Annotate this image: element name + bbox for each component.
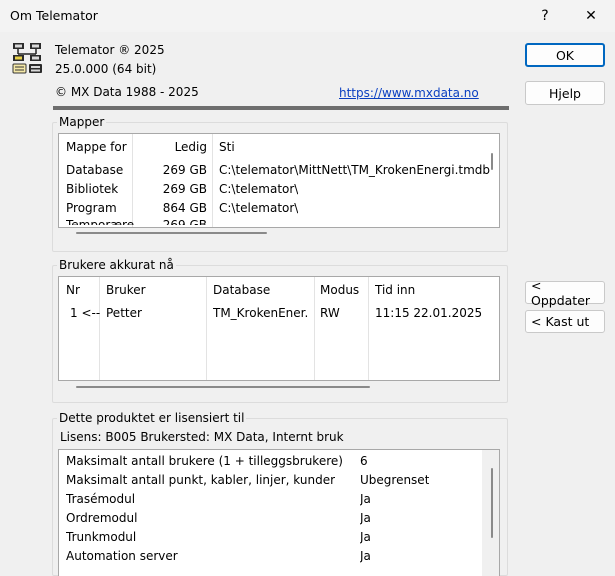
license-row-label: Automation server [66, 549, 178, 563]
folders-horizontal-scrollbar[interactable] [76, 232, 267, 234]
license-row-label: Trasémodul [66, 492, 136, 506]
user-row-name: Petter [106, 306, 142, 320]
folder-row-free: 864 GB [162, 201, 207, 215]
vertical-scrollbar[interactable] [491, 468, 493, 538]
license-row-label: Ordremodul [66, 511, 138, 525]
header-separator [53, 106, 509, 110]
folders-group-label: Mapper [57, 115, 107, 129]
license-list[interactable]: Maksimalt antall brukere (1 + tilleggsbr… [58, 449, 500, 576]
user-row-database: TM_KrokenEner... [213, 306, 309, 320]
folder-row-path: C:\telemator\MittNett\TM_KrokenEnergi.tm… [219, 163, 491, 177]
column-header-login-time[interactable]: Tid inn [375, 283, 415, 297]
license-row-label: Trunkmodul [66, 530, 137, 544]
folders-list[interactable]: Mappe for Ledig Sti Database 269 GB C:\t… [58, 133, 500, 228]
license-row-value: Ja [360, 530, 371, 544]
refresh-button[interactable]: < Oppdater [525, 278, 605, 308]
user-row-mode: RW [320, 306, 340, 320]
column-divider [206, 277, 207, 380]
folder-row-free: 269 GB [162, 163, 207, 177]
ok-button[interactable]: OK [525, 43, 605, 67]
column-header-nr[interactable]: Nr [66, 283, 80, 297]
column-divider [99, 277, 100, 380]
license-info: Lisens: B005 Brukersted: MX Data, Intern… [60, 430, 344, 444]
product-version: 25.0.000 (64 bit) [55, 62, 157, 76]
window-title: Om Telemator [10, 8, 98, 23]
license-row-label: Maksimalt antall punkt, kabler, linjer, … [66, 473, 336, 487]
column-divider [368, 277, 369, 380]
users-horizontal-scrollbar[interactable] [76, 386, 370, 388]
column-divider [212, 134, 213, 227]
column-header-path[interactable]: Sti [219, 140, 235, 154]
website-link[interactable]: https://www.mxdata.no [339, 86, 479, 100]
column-header-folder-for[interactable]: Mappe for [66, 140, 127, 154]
column-divider [314, 277, 315, 380]
license-row-value: 6 [360, 454, 368, 468]
users-group-label: Brukere akkurat nå [57, 258, 176, 272]
copyright-text: © MX Data 1988 - 2025 [55, 85, 199, 99]
help-button[interactable]: Hjelp [525, 81, 605, 105]
title-bar: Om Telemator ? ✕ [0, 0, 615, 32]
column-divider [132, 134, 133, 227]
folder-row-name: Database [66, 163, 124, 177]
vertical-scrollbar[interactable] [491, 153, 493, 170]
telemator-logo-icon [12, 43, 42, 74]
license-row-value: Ja [360, 511, 371, 525]
license-row-value: Ja [360, 492, 371, 506]
license-row-value: Ja [360, 549, 371, 563]
folder-row-name: Temporære [66, 218, 135, 225]
folder-row-name: Program [66, 201, 117, 215]
column-header-free[interactable]: Ledig [135, 140, 207, 154]
users-list[interactable]: Nr Bruker Database Modus Tid inn 1 <-- P… [58, 276, 500, 381]
kick-user-button[interactable]: < Kast ut [525, 310, 605, 333]
close-icon[interactable]: ✕ [568, 0, 614, 32]
user-row-login-time: 11:15 22.01.2025 [375, 306, 483, 320]
folder-row-free: 269 GB [162, 182, 207, 196]
column-header-mode[interactable]: Modus [320, 283, 359, 297]
product-name: Telemator ® 2025 [55, 43, 165, 57]
license-row-label: Maksimalt antall brukere (1 + tilleggsbr… [66, 454, 343, 468]
folder-row-path: C:\telemator\ [219, 201, 299, 215]
folder-row-path: C:\telemator\ [219, 182, 299, 196]
license-group-label: Dette produktet er lisensiert til [57, 411, 247, 425]
column-header-database[interactable]: Database [213, 283, 270, 297]
folder-row-name: Bibliotek [66, 182, 119, 196]
column-header-user[interactable]: Bruker [106, 283, 146, 297]
user-row-nr: 1 <-- [70, 306, 101, 320]
license-row-value: Ubegrenset [360, 473, 430, 487]
folder-row-free: 269 GB [162, 218, 207, 225]
help-icon[interactable]: ? [522, 0, 568, 32]
